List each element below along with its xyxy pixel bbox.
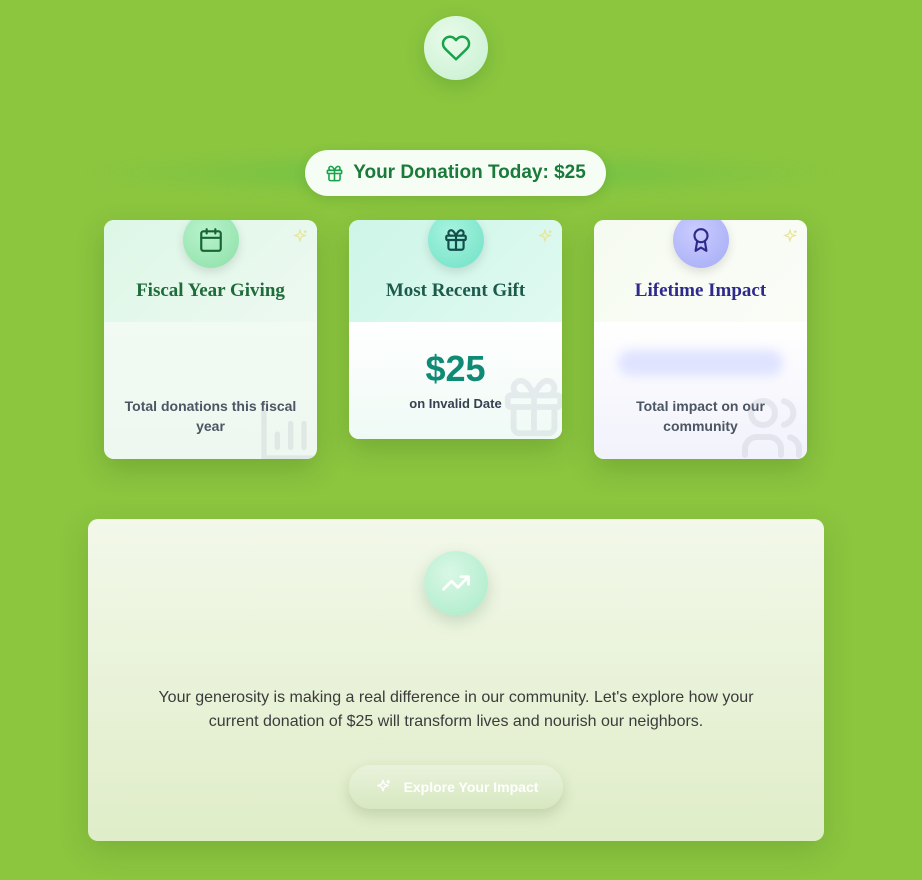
impact-message: Your generosity is making a real differe… [158,689,754,730]
explore-impact-label: Explore Your Impact [403,779,539,795]
sparkles-icon [376,779,390,792]
trending-up-icon [442,575,470,591]
heart-icon [441,35,471,61]
donation-today-pill: Your Donation Today: $25 [305,150,606,196]
donation-today-label: Your Donation Today: $25 [353,162,586,183]
lifetime-impact-card: Lifetime Impact Total impact on our comm… [594,220,807,459]
card-title: Fiscal Year Giving [136,280,285,301]
card-title: Lifetime Impact [634,280,767,301]
calendar-badge [182,220,239,268]
users-watermark-icon [742,398,803,458]
bar-chart-icon [261,407,315,459]
card-body: Total impact on our community [594,322,807,459]
calendar-icon [199,228,222,252]
trend-badge [424,551,488,615]
fiscal-year-card: Fiscal Year Giving Total donations this … [104,220,317,459]
gift-badge [427,220,484,268]
card-header: Fiscal Year Giving [104,220,317,322]
sparkle-icon [782,228,798,243]
impact-value-placeholder [618,350,783,376]
explore-impact-button[interactable]: Explore Your Impact [349,765,563,809]
gift-icon [326,165,343,181]
impact-panel: Your generosity is making a real differe… [88,519,824,841]
most-recent-gift-card: Most Recent Gift $25 on Invalid Date [349,220,562,439]
award-badge [672,220,729,268]
award-icon [692,228,709,252]
sparkle-icon [537,228,553,243]
card-body: $25 on Invalid Date [349,322,562,439]
card-title: Most Recent Gift [385,280,526,301]
card-header: Lifetime Impact [594,220,807,322]
heart-badge [424,16,488,80]
gift-icon [444,229,467,251]
card-header: Most Recent Gift [349,220,562,322]
sparkle-icon [292,228,308,243]
gift-watermark-icon [504,377,562,437]
card-body: Total donations this fiscal year [104,322,317,459]
